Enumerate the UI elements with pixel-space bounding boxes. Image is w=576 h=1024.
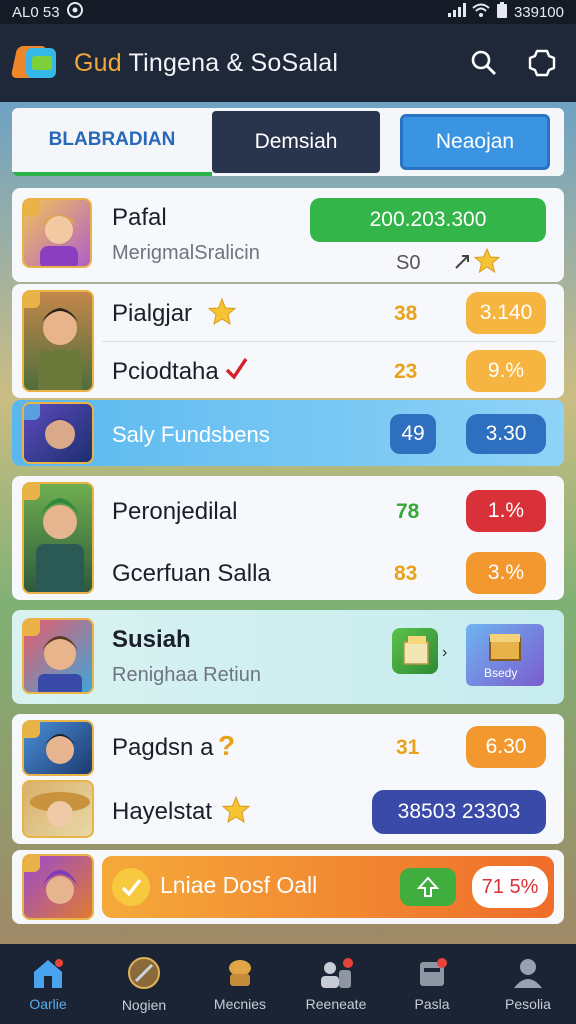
avatar xyxy=(22,618,94,694)
search-icon xyxy=(471,50,496,75)
player-subtitle: Renighaa Retiun xyxy=(112,664,261,686)
score-pill: 200.203.300 xyxy=(310,198,546,242)
tab-bar: BLABRADIAN Demsiah Neaojan xyxy=(12,108,564,176)
stat-pill: 3.30 xyxy=(466,414,546,454)
player-name-secondary: Gcerfuan Salla xyxy=(112,560,271,587)
star-icon xyxy=(221,795,251,829)
avatar xyxy=(22,720,94,776)
tab-blabradian[interactable]: BLABRADIAN xyxy=(12,108,212,176)
player-subtitle: MerigmalSralicin xyxy=(112,242,260,264)
player-name: Pafal xyxy=(112,204,167,231)
avatar xyxy=(22,854,94,920)
level-value-2: 83 xyxy=(394,562,418,585)
status-bar: AL0 53 339100 xyxy=(0,0,576,24)
tab-demsiah[interactable]: Demsiah xyxy=(212,111,380,173)
player-name-secondary: Pciodtaha xyxy=(112,358,219,385)
divider xyxy=(102,341,556,342)
stat-pill-1: 1.% xyxy=(466,490,546,532)
star-icon xyxy=(473,247,501,279)
player-name-primary: Pialgjar xyxy=(112,300,193,327)
notification-icon xyxy=(66,1,84,23)
chest-label: Bsedy xyxy=(484,666,518,680)
player-card-4[interactable]: Peronjedilal 78 1.% Gcerfuan Salla 83 3.… xyxy=(12,476,564,600)
tab-neaojan[interactable]: Neaojan xyxy=(400,114,550,170)
app-title-accent: Gud xyxy=(74,48,122,77)
percent-badge: 71 5% xyxy=(472,866,548,908)
promo-label: Lniae Dosf Oall xyxy=(160,872,318,898)
small-value: S0 xyxy=(396,252,421,274)
nav-explore[interactable]: Nogien xyxy=(96,944,192,1024)
search-button[interactable] xyxy=(464,43,504,83)
avatar xyxy=(22,290,94,392)
player-card-7[interactable]: Lniae Dosf Oall 71 5% xyxy=(12,850,564,924)
avatar xyxy=(22,198,92,268)
player-name-secondary: Hayelstat xyxy=(112,798,213,825)
score-pill: 38503 23303 xyxy=(372,790,546,834)
player-name: Saly Fundsbens xyxy=(112,422,270,447)
player-card-2[interactable]: Pialgjar 38 3.140 Pciodtaha 23 9.% xyxy=(12,284,564,398)
promo-banner[interactable]: Lniae Dosf Oall 71 5% xyxy=(102,856,554,918)
signal-icon xyxy=(447,3,466,21)
player-name: Susiah xyxy=(112,626,191,653)
boost-icon[interactable] xyxy=(400,868,456,906)
chef-icon xyxy=(229,960,251,986)
reward-box-icon[interactable] xyxy=(392,628,438,674)
card-icon xyxy=(420,958,447,986)
player-card-1[interactable]: Pafal MerigmalSralicin 200.203.300 S0 xyxy=(12,188,564,282)
avatar xyxy=(22,402,94,464)
nav-cards[interactable]: Pasla xyxy=(384,944,480,1024)
nav-home[interactable]: Oarlie xyxy=(0,944,96,1024)
stat-pill-2: 9.% xyxy=(466,350,546,392)
nav-label: Nogien xyxy=(121,997,167,1013)
star-icon xyxy=(207,297,237,331)
app-logo xyxy=(10,40,60,86)
level-value-2: 23 xyxy=(394,360,418,383)
player-card-5[interactable]: Susiah Renighaa Retiun › Bsedy xyxy=(12,610,564,704)
nav-social[interactable]: Reeneate xyxy=(288,944,384,1024)
compass-icon xyxy=(128,957,160,989)
checkmark-icon xyxy=(224,356,248,387)
stat-pill-1: 3.140 xyxy=(466,292,546,334)
player-name-primary: Peronjedilal xyxy=(112,498,238,525)
level-value-1: 38 xyxy=(394,302,418,325)
app-bar: Gud Tingena & SoSalal xyxy=(0,24,576,102)
wifi-icon xyxy=(472,3,490,21)
player-name-primary: Pagdsn a xyxy=(112,734,214,761)
nav-label: Reeneate xyxy=(305,996,367,1012)
stat-pill-2: 3.% xyxy=(466,552,546,594)
gear-icon xyxy=(528,49,556,77)
nav-label: Oarlie xyxy=(29,996,67,1012)
nav-recipes[interactable]: Mecnies xyxy=(192,944,288,1024)
nav-label: Mecnies xyxy=(213,996,267,1012)
battery-icon xyxy=(496,2,508,22)
arrow-icon xyxy=(454,250,474,277)
stat-pill-1: 6.30 xyxy=(466,726,546,768)
avatar xyxy=(22,780,94,838)
nav-label: Pesolia xyxy=(505,996,551,1012)
player-card-6[interactable]: Pagdsn a ? 31 6.30 Hayelstat 38503 23303 xyxy=(12,714,564,844)
bottom-nav: Oarlie Nogien Mecnies Reeneate Pasla Pes… xyxy=(0,944,576,1024)
app-title: Gud Tingena & SoSalal xyxy=(74,49,446,78)
chevron-right-icon: › xyxy=(442,644,448,661)
nav-profile[interactable]: Pesolia xyxy=(480,944,576,1024)
level-badge: 49 xyxy=(390,414,436,454)
settings-button[interactable] xyxy=(522,43,562,83)
check-circle-icon xyxy=(112,868,150,906)
player-card-3[interactable]: Saly Fundsbens 49 3.30 xyxy=(12,400,564,466)
avatar xyxy=(22,482,94,594)
nav-label: Pasla xyxy=(414,996,450,1012)
level-value-1: 78 xyxy=(396,500,420,523)
level-value-1: 31 xyxy=(396,736,420,759)
app-title-rest: Tingena & SoSalal xyxy=(121,48,339,77)
profile-icon xyxy=(514,959,542,988)
status-right-text: 339100 xyxy=(513,3,564,21)
question-icon: ? xyxy=(218,730,236,761)
home-icon xyxy=(34,959,63,988)
chest-tile[interactable]: Bsedy xyxy=(466,624,544,686)
people-icon xyxy=(321,958,353,988)
status-left-text: AL0 53 xyxy=(12,3,60,21)
